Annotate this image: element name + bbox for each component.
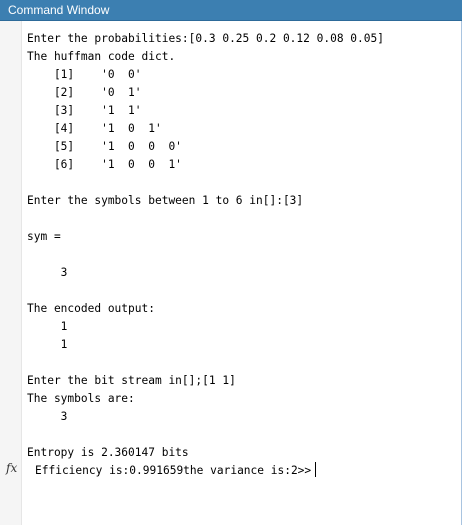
title-bar[interactable]: Command Window [0,0,462,21]
text-cursor [315,462,317,477]
console-line: 1 [27,338,68,351]
console-line: [4] '1 0 1' [27,122,162,135]
console-line: Enter the probabilities:[0.3 0.25 0.2 0.… [27,32,384,45]
console-line: [3] '1 1' [27,104,142,117]
console-line: [2] '0 1' [27,86,142,99]
console-line: [1] '0 0' [27,68,142,81]
console-line: The huffman code dict. [27,50,176,63]
console-line: [5] '1 0 0 0' [27,140,182,153]
console-line: 3 [27,410,68,423]
console-line: sym = [27,230,61,243]
command-window: Command Window Enter the probabilities:[… [0,0,462,525]
console-line: Entropy is 2.360147 bits [27,446,189,459]
console-line: Enter the symbols between 1 to 6 in[]:[3… [27,194,304,207]
prompt-text: Efficiency is:0.991659the variance is:2>… [35,464,312,477]
console-line: The encoded output: [27,302,155,315]
console-line: The symbols are: [27,392,135,405]
console-line: 1 [27,320,68,333]
window-title: Command Window [8,3,110,17]
fx-icon[interactable]: fx [6,461,17,475]
console-line: [6] '1 0 0 1' [27,158,182,171]
console-gutter [0,21,22,525]
console-line: 3 [27,266,68,279]
console-line: Enter the bit stream in[];[1 1] [27,374,236,387]
console-output[interactable]: Enter the probabilities:[0.3 0.25 0.2 0.… [27,30,457,462]
command-prompt[interactable]: Efficiency is:0.991659the variance is:2>… [35,462,317,480]
